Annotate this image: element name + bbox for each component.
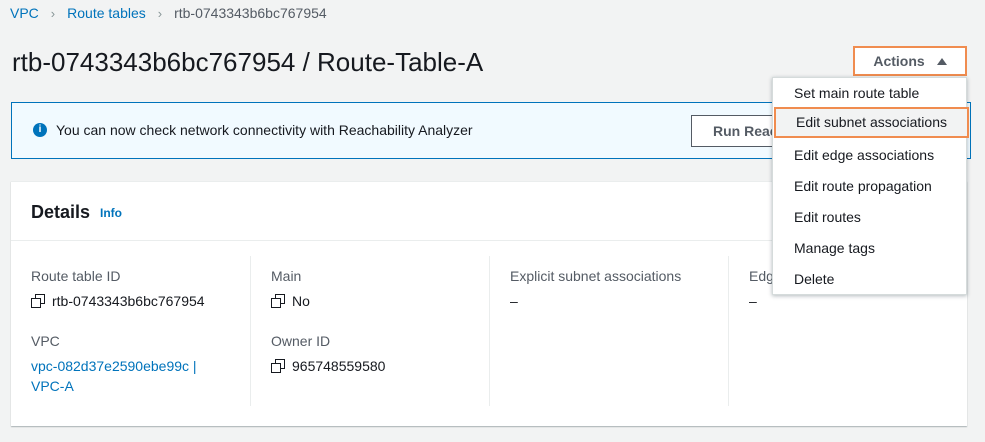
actions-dropdown-menu: Set main route table Edit subnet associa…	[772, 77, 969, 295]
chevron-right-icon: ›	[50, 5, 56, 21]
menu-item-edit-route-propagation[interactable]: Edit route propagation	[773, 171, 966, 202]
vpc-link-line1: vpc-082d37e2590ebe99c |	[31, 358, 197, 374]
details-column-3: Explicit subnet associations –	[489, 256, 729, 406]
breadcrumb-vpc-link[interactable]: VPC	[10, 5, 39, 21]
flash-message: You can now check network connectivity w…	[56, 122, 473, 138]
info-icon: i	[33, 123, 47, 137]
route-table-id-value: rtb-0743343b6bc767954	[31, 293, 205, 309]
explicit-subnet-associations-value: –	[510, 293, 518, 309]
breadcrumb: VPC › Route tables › rtb-0743343b6bc7679…	[10, 4, 327, 22]
menu-item-edit-routes[interactable]: Edit routes	[773, 202, 966, 233]
edge-associations-value: –	[749, 293, 757, 309]
main-label: Main	[271, 268, 302, 284]
menu-item-set-main-route-table[interactable]: Set main route table	[773, 78, 966, 109]
breadcrumb-route-tables-link[interactable]: Route tables	[67, 5, 146, 21]
details-title: Details	[31, 202, 91, 222]
actions-button-label: Actions	[873, 53, 925, 69]
explicit-subnet-associations-label: Explicit subnet associations	[510, 268, 682, 284]
copy-icon[interactable]	[271, 294, 285, 308]
vpc-link[interactable]: vpc-082d37e2590ebe99c | VPC-A	[31, 356, 197, 396]
route-table-id-text: rtb-0743343b6bc767954	[52, 293, 205, 309]
menu-item-delete[interactable]: Delete	[773, 264, 966, 295]
details-column-2: Main No Owner ID 965748559580	[250, 256, 490, 406]
menu-item-manage-tags[interactable]: Manage tags	[773, 233, 966, 264]
page-title: rtb-0743343b6bc767954 / Route-Table-A	[12, 47, 484, 77]
info-link[interactable]: Info	[100, 206, 122, 220]
vpc-link-line2: VPC-A	[31, 378, 74, 394]
breadcrumb-current: rtb-0743343b6bc767954	[174, 5, 327, 21]
main-value: No	[271, 293, 310, 309]
actions-button[interactable]: Actions	[853, 46, 967, 76]
main-text: No	[292, 293, 310, 309]
owner-id-label: Owner ID	[271, 333, 331, 349]
copy-icon[interactable]	[271, 359, 285, 373]
caret-up-icon	[936, 57, 947, 65]
owner-id-value: 965748559580	[271, 358, 385, 374]
vpc-label: VPC	[31, 333, 60, 349]
chevron-right-icon: ›	[157, 5, 163, 21]
owner-id-text: 965748559580	[292, 358, 386, 374]
menu-item-edit-subnet-associations[interactable]: Edit subnet associations	[774, 107, 969, 138]
details-column-1: Route table ID rtb-0743343b6bc767954 VPC…	[11, 256, 250, 406]
menu-item-edit-edge-associations[interactable]: Edit edge associations	[773, 140, 966, 171]
copy-icon[interactable]	[31, 294, 45, 308]
route-table-id-label: Route table ID	[31, 268, 121, 284]
